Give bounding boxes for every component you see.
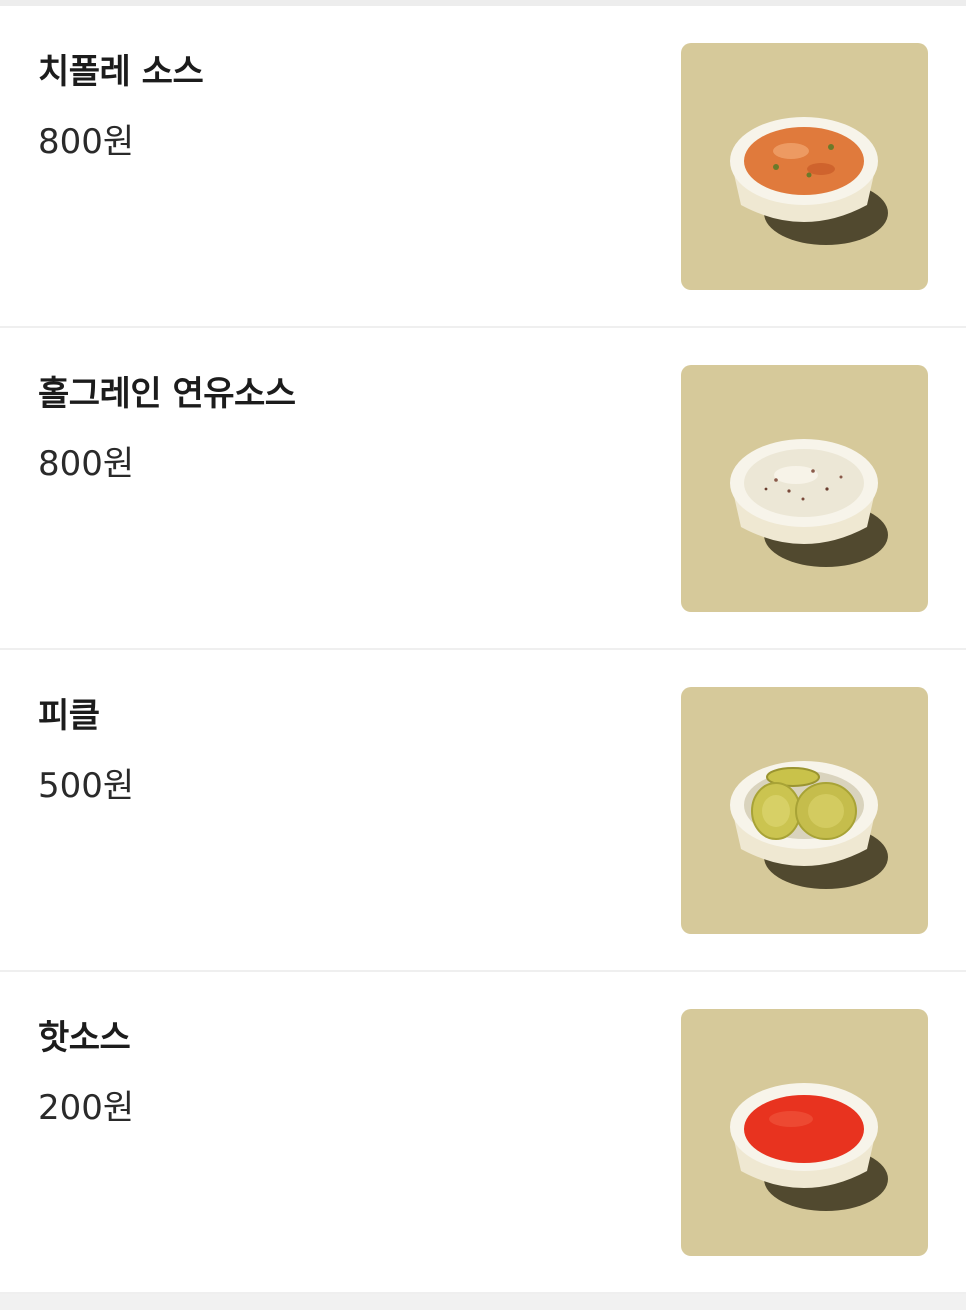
item-image[interactable] xyxy=(681,687,928,934)
item-price: 500원 xyxy=(38,766,135,806)
item-image[interactable] xyxy=(681,1009,928,1256)
menu-item[interactable]: 치폴레 소스 800원 xyxy=(0,6,966,328)
item-price: 800원 xyxy=(38,122,135,162)
item-name: 홀그레인 연유소스 xyxy=(38,374,296,414)
menu-item[interactable]: 홀그레인 연유소스 800원 xyxy=(0,328,966,650)
menu-item[interactable]: 핫소스 200원 xyxy=(0,972,966,1294)
item-name: 핫소스 xyxy=(38,1018,131,1058)
item-name: 치폴레 소스 xyxy=(38,52,204,92)
item-image[interactable] xyxy=(681,365,928,612)
pickle-bowl-image xyxy=(730,761,888,889)
chipotle-sauce-bowl-image xyxy=(730,117,888,245)
menu-item[interactable]: 피클 500원 xyxy=(0,650,966,972)
item-image[interactable] xyxy=(681,43,928,290)
menu-list: 치폴레 소스 800원 홀그레인 연유소스 800원 피클 500원 핫소스 2… xyxy=(0,6,966,1294)
item-name: 피클 xyxy=(38,696,100,736)
hot-sauce-bowl-image xyxy=(730,1083,888,1211)
item-price: 800원 xyxy=(38,444,135,484)
bottom-divider xyxy=(0,1294,966,1310)
item-price: 200원 xyxy=(38,1088,135,1128)
whole-grain-sauce-bowl-image xyxy=(730,439,888,567)
